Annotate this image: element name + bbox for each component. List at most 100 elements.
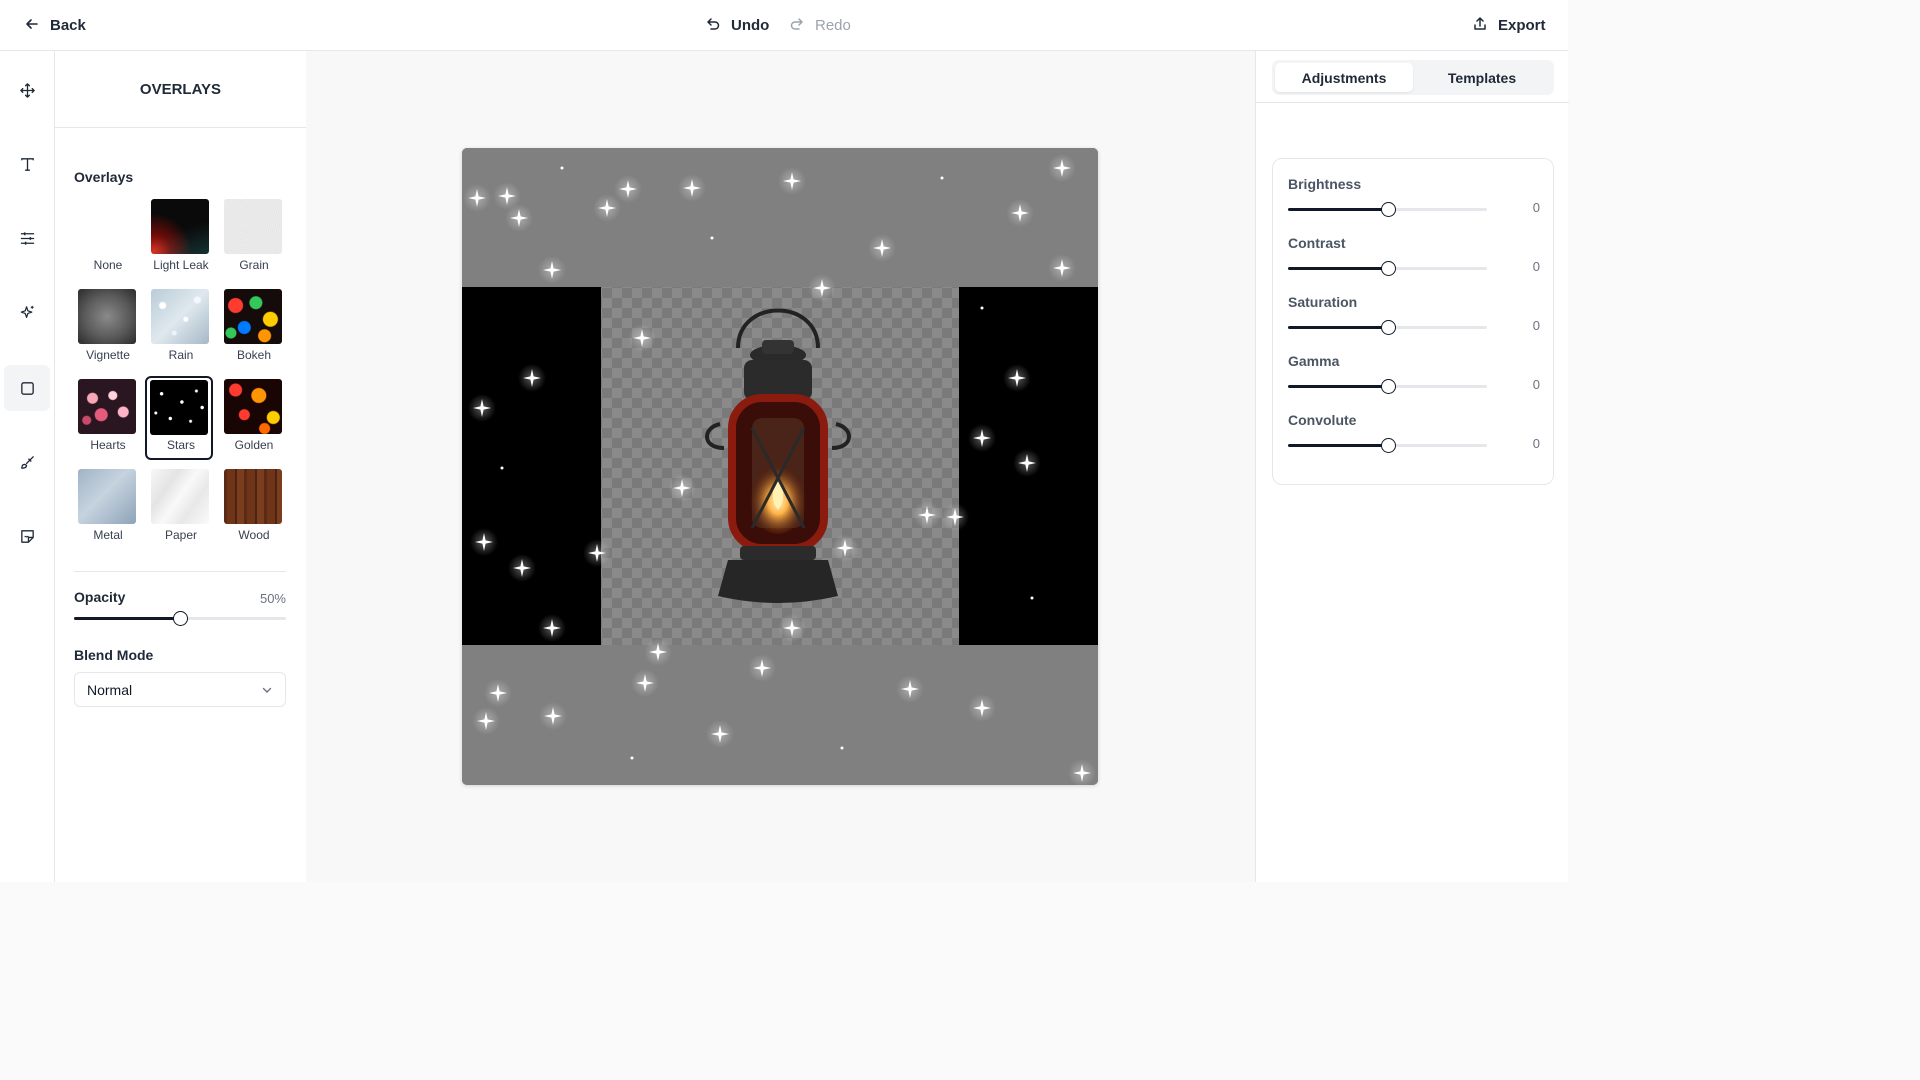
tool-rail (0, 51, 55, 882)
adjustment-row: Brightness 0 (1288, 176, 1540, 226)
tab-adjustments[interactable]: Adjustments (1275, 63, 1413, 92)
slider-handle[interactable] (1381, 261, 1396, 276)
overlay-thumb-hearts (78, 379, 136, 434)
adjustment-value: 0 (1532, 259, 1540, 274)
adjustment-row: Gamma 0 (1288, 353, 1540, 403)
back-label: Back (50, 17, 86, 34)
overlay-thumb-bokeh (224, 289, 282, 344)
blend-mode-select[interactable]: Normal (74, 672, 286, 707)
adjustment-value: 0 (1532, 200, 1540, 215)
overlay-tile-stars[interactable]: Stars (145, 376, 213, 460)
panel-title: OVERLAYS (55, 51, 306, 128)
overlay-tile-hearts[interactable]: Hearts (74, 378, 142, 462)
overlay-label: Hearts (90, 438, 126, 452)
opacity-label: Opacity (74, 589, 126, 605)
adjustment-name: Gamma (1288, 353, 1340, 369)
tabs-divider (1256, 102, 1569, 103)
arrow-left-icon (24, 16, 40, 36)
adjustment-name: Convolute (1288, 412, 1357, 428)
overlay-label: Wood (238, 528, 270, 542)
square-icon (20, 381, 34, 395)
text-icon (20, 157, 34, 171)
adjustment-value: 0 (1532, 318, 1540, 333)
sliders-icon (20, 231, 34, 245)
brush-icon (20, 455, 34, 469)
slider-handle[interactable] (1381, 438, 1396, 453)
effects-tool-button[interactable] (4, 289, 50, 335)
slider-fill (74, 617, 180, 620)
slider-fill (1288, 444, 1388, 447)
move-tool-button[interactable] (4, 67, 50, 113)
overlay-label: Vignette (86, 348, 130, 362)
blend-mode-label: Blend Mode (74, 647, 154, 663)
adjustment-row: Convolute 0 (1288, 412, 1540, 462)
overlay-thumb-light-leak (151, 199, 209, 254)
overlay-label: Light Leak (153, 258, 209, 272)
export-button[interactable]: Export (1472, 0, 1546, 51)
overlay-tile-grain[interactable]: Grain (220, 198, 288, 282)
overlay-tile-paper[interactable]: Paper (147, 468, 215, 552)
overlay-tile-none[interactable]: None (74, 198, 142, 282)
right-panel: Adjustments Templates Brightness 0 Contr… (1255, 51, 1569, 882)
overlay-tool-button[interactable] (4, 365, 50, 411)
slider-handle[interactable] (173, 611, 188, 626)
adjustment-value: 0 (1532, 436, 1540, 451)
overlay-thumb-wood (224, 469, 282, 524)
adjustment-value: 0 (1532, 377, 1540, 392)
panel-tabs: Adjustments Templates (1272, 60, 1554, 95)
export-label: Export (1498, 17, 1546, 34)
canvas-area (306, 51, 1255, 882)
gamma-slider[interactable] (1288, 379, 1487, 394)
sticker-icon (20, 529, 34, 543)
slider-handle[interactable] (1381, 379, 1396, 394)
share-icon (1472, 16, 1488, 36)
top-bar: Back Undo Redo Export (0, 0, 1568, 51)
chevron-down-icon (262, 687, 272, 693)
undo-label: Undo (731, 17, 770, 34)
overlay-label: Bokeh (236, 348, 272, 362)
overlay-label: Rain (168, 348, 194, 362)
tab-templates[interactable]: Templates (1413, 63, 1551, 92)
redo-label: Redo (815, 17, 851, 34)
redo-button[interactable]: Redo (789, 0, 851, 51)
overlay-tile-golden[interactable]: Golden (220, 378, 288, 462)
slider-handle[interactable] (1381, 320, 1396, 335)
overlay-tile-light-leak[interactable]: Light Leak (147, 198, 215, 282)
slider-fill (1288, 267, 1388, 270)
convolute-slider[interactable] (1288, 438, 1487, 453)
overlay-tile-wood[interactable]: Wood (220, 468, 288, 552)
undo-button[interactable]: Undo (705, 0, 769, 51)
overlay-thumb-rain (151, 289, 209, 344)
image-canvas[interactable] (462, 148, 1098, 785)
adjustment-name: Brightness (1288, 176, 1362, 192)
overlay-label: Grain (239, 258, 269, 272)
overlay-thumb-none (78, 199, 136, 254)
back-button[interactable]: Back (24, 0, 86, 51)
opacity-value: 50% (259, 591, 286, 606)
overlays-panel: OVERLAYS Overlays None Light Leak Grain … (55, 51, 306, 882)
overlay-label: Paper (164, 528, 198, 542)
adjustment-row: Contrast 0 (1288, 235, 1540, 285)
paint-tool-button[interactable] (4, 439, 50, 485)
sparkle-icon (20, 305, 34, 318)
sticker-tool-button[interactable] (4, 513, 50, 559)
overlay-tile-rain[interactable]: Rain (147, 288, 215, 372)
adjustment-name: Saturation (1288, 294, 1358, 310)
brightness-slider[interactable] (1288, 202, 1487, 217)
slider-fill (1288, 208, 1388, 211)
overlay-thumb-paper (151, 469, 209, 524)
contrast-slider[interactable] (1288, 261, 1487, 276)
overlays-section-label: Overlays (74, 169, 134, 185)
slider-handle[interactable] (1381, 202, 1396, 217)
overlay-thumb-grain (224, 199, 282, 254)
adjust-tool-button[interactable] (4, 215, 50, 261)
saturation-slider[interactable] (1288, 320, 1487, 335)
redo-icon (789, 16, 805, 36)
overlay-label: Golden (234, 438, 274, 452)
overlay-tile-bokeh[interactable]: Bokeh (220, 288, 288, 372)
overlay-tile-vignette[interactable]: Vignette (74, 288, 142, 372)
text-tool-button[interactable] (4, 141, 50, 187)
opacity-slider[interactable] (74, 611, 286, 626)
overlay-tile-metal[interactable]: Metal (74, 468, 142, 552)
overlay-label: Stars (166, 438, 195, 452)
